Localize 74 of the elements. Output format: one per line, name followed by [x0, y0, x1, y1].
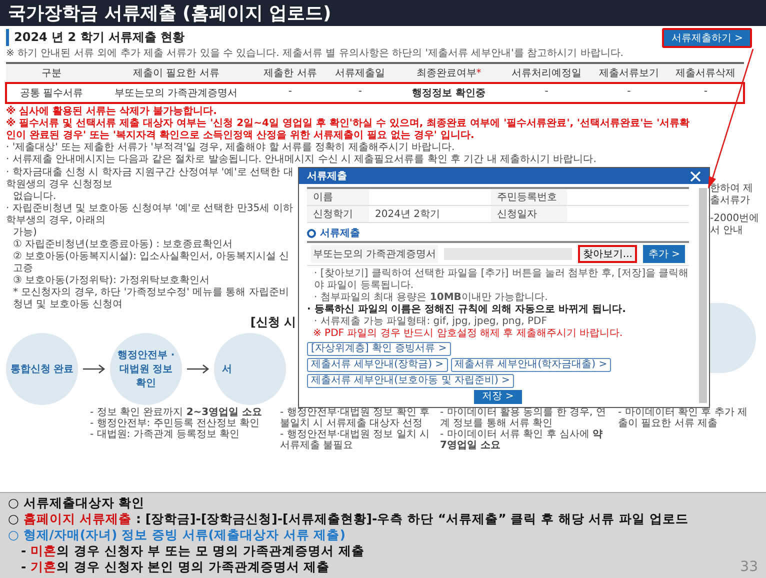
note-text: * 모신청자의 경우, 하단 '가족정보수정' 메뉴를 통해 자립준비청년 및 보호아동 신청여	[12, 287, 290, 311]
note-text: · 학자금대출 신청 시 학자금 지원구간 산정여부 '예'로 선택한 대학원생의 경우 신청정보	[6, 167, 294, 191]
table-cell-text: 행정정보 확인중	[411, 87, 487, 101]
browse-button[interactable]: 찾아보기...	[578, 245, 638, 263]
close-icon[interactable]	[690, 170, 701, 182]
note-text: ② 보호아동(아동복지시설): 입소사실확인서, 아동복지시설 신고증	[12, 251, 290, 275]
column-header: 서류제출일	[334, 67, 386, 81]
note-line: - 기혼의 경우 신청자 본인 명의 가족관계증명서 제출	[20, 559, 330, 575]
notice-text: ※ 하기 안내된 서류 외에 추가 제출 서류가 있을 수 있습니다. 제출서류 별 유의사항은 하단의 '제출서류 세부안내'를 참고하시기 바랍니다.	[6, 48, 624, 60]
field-label: 주민등록번호	[491, 189, 567, 206]
step-circle: 행정안전부 · 대법원 정보 확인	[110, 333, 182, 405]
note-text: ※ PDF 파일의 경우 반드시 암호설정 해제 후 제출해주시기 바랍니다.	[312, 328, 624, 340]
column-header: 서류처리예정일	[510, 67, 583, 81]
section-title: 서류제출	[320, 227, 360, 240]
scrollbar[interactable]	[699, 188, 707, 403]
note-line: ○ 형제/자매(자녀) 정보 증빙 서류(제출대상자 서류 제출)	[8, 527, 346, 543]
document-label: 부또는모의 가족관계증명서	[311, 245, 438, 263]
flow-heading: [신청 시	[249, 314, 296, 331]
note-text: · 첨부파일의 최대 용량은 10MB이내만 가능합니다.	[313, 292, 549, 304]
submit-documents-button[interactable]: 서류제출하기 >	[662, 28, 752, 48]
column-header: 제출서류보기	[598, 67, 660, 81]
note-text: 한하여 제출서류가	[710, 183, 754, 207]
field-label: 이름	[307, 189, 369, 206]
step-circle: 통합신청 완료	[6, 333, 78, 405]
add-button[interactable]: 추가 >	[643, 245, 685, 263]
bullet-text: · 서류제출 안내메시지는 다음과 같은 절차로 발송됩니다. 안내메시지 수신 시 제출필요서류를 확인 후 기간 내 제출하시기 바랍니다.	[6, 154, 598, 166]
guide-link-button[interactable]: 제출서류 세부안내(장학금) >	[307, 358, 448, 372]
table-cell-text: -	[357, 85, 363, 99]
file-input-field[interactable]	[444, 248, 572, 260]
guide-link-button[interactable]: [자상위계층] 확인 증빙서류 >	[307, 342, 451, 356]
circle-bullet-icon	[307, 228, 316, 238]
field-label: 신청학기	[307, 206, 369, 223]
note-text: 가능)	[12, 227, 38, 239]
note-text: · [찾아보기] 클릭하여 선택한 파일을 [추가] 버튼을 눌러 첨부한 후, [저장]을 클릭해야 파일이 등록됩니다.	[313, 268, 689, 292]
right-arrow-icon	[186, 364, 210, 374]
section-heading: 2024 년 2 학기 서류제출 현황	[6, 29, 185, 46]
note-text: 없습니다.	[12, 191, 58, 203]
table-cell-text: 공통 필수서류	[18, 87, 84, 101]
step-description: - 마이데이터 서류 확인 후 심사에 약 7영업일 소요	[440, 429, 604, 451]
table-cell-text: -	[544, 85, 550, 99]
note-text: ③ 보호아동(가정위탁): 가정위탁보호확인서	[12, 275, 210, 287]
guide-link-button[interactable]: 제출서류 세부안내(보호아동 및 자립준비) >	[307, 374, 514, 388]
note-line: - 미혼의 경우 신청자 부 또는 모 명의 가족관계증명서 제출	[20, 543, 364, 559]
note-text: · 자립준비청년 및 보호아동 신청여부 '예'로 선택한 만35세 이하 학부생의 경우, 아래의	[6, 203, 294, 227]
note-line: ○ 서류제출대상자 확인	[8, 495, 145, 511]
note-text: -2000번에서 안내	[710, 213, 760, 237]
column-header: 최종완료여부*	[415, 67, 482, 81]
table-cell-text: -	[702, 85, 708, 99]
bullet-text: · '제출대상' 또는 제출한 서류가 '부적격'일 경우, 제출해야 할 서류를 정확히 제출해주시기 바랍니다.	[6, 142, 456, 154]
column-header: 제출한 서류	[262, 67, 318, 81]
note-line: ○ 홈페이지 서류제출 : [장학금]-[장학금신청]-[서류제출현황]-우측 하단 “서류제출” 클릭 후 해당 서류 파일 업로드	[8, 511, 688, 527]
step-description: - 대법원: 가족관계 등록정보 확인	[90, 429, 241, 440]
dialog-title: 서류제출	[307, 170, 347, 183]
guide-link-button[interactable]: 제출서류 세부안내(학자금대출) >	[450, 358, 612, 372]
column-header: 제출이 필요한 서류	[132, 67, 220, 81]
step-description: - 정보 확인 완료까지 2~3영업일 소요	[90, 407, 264, 418]
table-cell-text: 부또는모의 가족관계증명서	[114, 87, 239, 101]
slide-title: 국가장학금 서류제출 (홈페이지 업로드)	[8, 2, 332, 25]
save-button[interactable]: 저장 >	[474, 390, 522, 404]
column-header: 제출서류삭제	[674, 67, 737, 81]
table-cell-text: -	[626, 85, 632, 99]
page-number: 33	[740, 559, 758, 575]
warning-text: ※ 심사에 활용된 서류는 삭제가 불가능합니다.	[6, 106, 218, 118]
right-arrow-icon	[82, 364, 106, 374]
table-cell-text: -	[287, 85, 293, 99]
field-label: 신청일자	[491, 206, 567, 223]
step-circle: 서	[214, 333, 286, 405]
warning-text: ※ 필수서류 및 선택서류 제출 대상자 여부는 '신청 2일~4일 영업일 후 확인'하실 수 있으며, 최종완료 여부에 '필수서류완료', '선택서류완료'는 '서류확인이 완료된 경우' 또는 '복지자격 확인으로 소득인정액 산정을 위한 서류제출이 필요 없는 경우' 입니다.	[6, 118, 691, 142]
note-text: · 서류제출 가능 파일형태: gif, jpg, jpeg, png, PDF	[313, 316, 548, 328]
note-text: · 등록하신 파일의 이름은 정해진 규칙에 의해 자동으로 바뀌게 됩니다.	[307, 304, 627, 316]
column-header: 구분	[40, 67, 63, 81]
step-description: - 행정안전부·대법원 정보 일치 시 서류제출 불필요	[280, 429, 431, 451]
note-text: ① 자립준비청년(보호종료아동) : 보호종료확인서	[12, 239, 234, 251]
step-description: - 행정안전부: 주민등록 전산정보 확인	[90, 418, 261, 429]
